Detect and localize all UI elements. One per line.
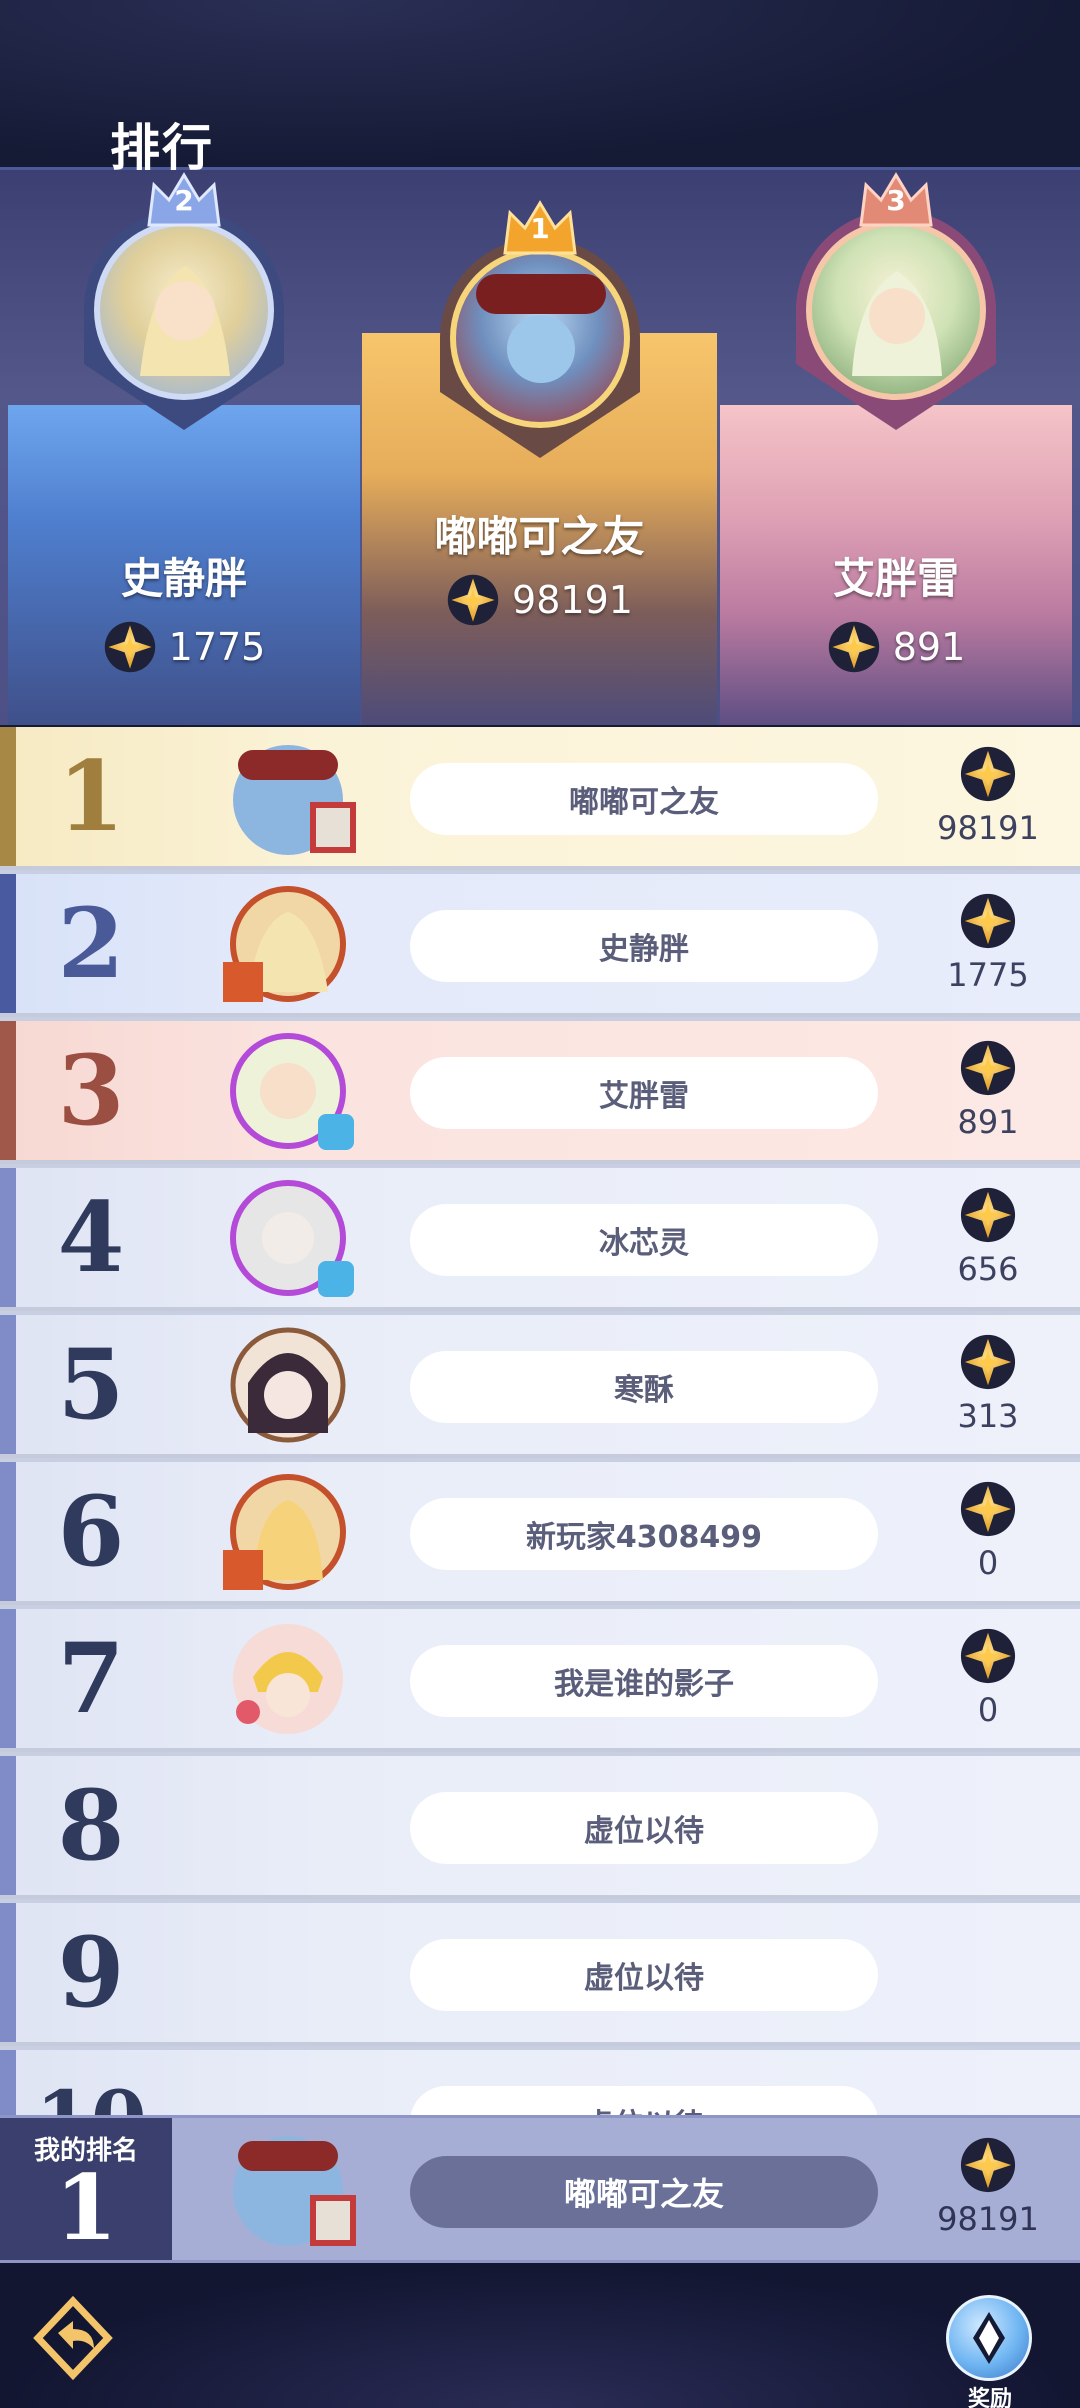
rank-number: 10: [16, 2050, 166, 2116]
player-score: 0: [918, 1627, 1058, 1729]
podium-second[interactable]: 史静胖 1775: [8, 405, 360, 725]
player-name: 虚位以待: [410, 1939, 878, 2011]
podium-first-name: 嘟嘟可之友: [434, 512, 645, 561]
ranking-row[interactable]: 2 史静胖 1775: [0, 874, 1080, 1017]
player-name: 虚位以待: [410, 1792, 878, 1864]
ranking-row[interactable]: 10 虚位以待: [0, 2050, 1080, 2115]
rank-number: 9: [57, 1916, 125, 2029]
podium-third-score: 891: [720, 620, 1072, 674]
ranking-row[interactable]: 7 我是谁的影子 0: [0, 1609, 1080, 1752]
header-bar: 排行: [0, 0, 1080, 177]
player-name: 虚位以待: [410, 2086, 878, 2115]
rank-number: 2: [57, 887, 125, 1000]
podium-second-place: 2: [174, 184, 194, 217]
podium-third-name: 艾胖雷: [832, 554, 959, 603]
player-avatar: [233, 1624, 343, 1734]
rank-number: 8: [57, 1769, 125, 1882]
currency-icon: [959, 2136, 1017, 2194]
my-rank-bar[interactable]: 我的排名 1 嘟嘟可之友 98191: [0, 2115, 1080, 2263]
rank-number: 4: [57, 1181, 125, 1294]
rank-number: 6: [57, 1475, 125, 1588]
currency-icon: [446, 573, 500, 627]
my-name: 嘟嘟可之友: [410, 2156, 878, 2228]
ranking-row[interactable]: 8 虚位以待: [0, 1756, 1080, 1899]
my-avatar: [233, 2136, 356, 2246]
rank-number: 5: [57, 1328, 125, 1441]
player-avatar: [230, 1180, 354, 1297]
currency-icon: [959, 1186, 1017, 1244]
back-arrow-icon[interactable]: [28, 2293, 118, 2383]
player-name: 冰芯灵: [410, 1204, 878, 1276]
ranking-row[interactable]: 9 虚位以待: [0, 1903, 1080, 2046]
podium-second-score: 1775: [8, 620, 360, 674]
podium-second-avatar[interactable]: 2: [84, 170, 284, 430]
rank-number: 1: [57, 740, 125, 853]
bottom-bar: 奖励: [0, 2263, 1080, 2408]
podium-first-place: 1: [530, 212, 550, 245]
player-name: 嘟嘟可之友: [410, 763, 878, 835]
podium-first-score: 98191: [362, 573, 717, 627]
player-name: 寒酥: [410, 1351, 878, 1423]
player-name: 新玩家4308499: [410, 1498, 878, 1570]
my-score: 98191: [918, 2136, 1058, 2238]
player-name: 艾胖雷: [410, 1057, 878, 1129]
player-score: 313: [918, 1333, 1058, 1435]
ranking-row[interactable]: 4 冰芯灵 656: [0, 1168, 1080, 1311]
reward-button[interactable]: 奖励: [940, 2295, 1040, 2408]
podium-first-avatar[interactable]: 1: [440, 198, 640, 458]
rank-number: 7: [57, 1622, 125, 1735]
currency-icon: [827, 620, 881, 674]
reward-label: 奖励: [967, 2387, 1012, 2408]
podium-third[interactable]: 艾胖雷 891: [720, 405, 1072, 725]
ranking-row[interactable]: 6 新玩家4308499 0: [0, 1462, 1080, 1605]
podium-third-avatar[interactable]: 3: [796, 170, 996, 430]
reward-diamond-icon: [946, 2295, 1032, 2381]
player-name: 史静胖: [410, 910, 878, 982]
currency-icon: [959, 1480, 1017, 1538]
player-score: 656: [918, 1186, 1058, 1288]
my-rank-number: 1: [54, 2155, 118, 2261]
currency-icon: [959, 1333, 1017, 1391]
currency-icon: [959, 1627, 1017, 1685]
currency-icon: [959, 1039, 1017, 1097]
player-avatar: [233, 745, 356, 855]
player-avatar: [223, 1474, 346, 1590]
podium-second-name: 史静胖: [120, 554, 247, 603]
player-avatar: [230, 1033, 354, 1150]
ranking-row[interactable]: 5 寒酥 313: [0, 1315, 1080, 1458]
podium: 史静胖 1775 2 嘟嘟可之友 98191 1 艾胖雷 891 3: [0, 170, 1080, 725]
rank-number: 3: [57, 1034, 125, 1147]
ranking-row[interactable]: 3 艾胖雷 891: [0, 1021, 1080, 1164]
currency-icon: [103, 620, 157, 674]
player-score: 1775: [918, 892, 1058, 994]
currency-icon: [959, 745, 1017, 803]
player-name: 我是谁的影子: [410, 1645, 878, 1717]
podium-third-place: 3: [886, 184, 906, 217]
ranking-row[interactable]: 1 嘟嘟可之友 98191: [0, 727, 1080, 870]
player-avatar: [223, 886, 346, 1002]
player-score: 891: [918, 1039, 1058, 1141]
player-score: 0: [918, 1480, 1058, 1582]
player-score: 98191: [918, 745, 1058, 847]
player-avatar: [230, 1327, 346, 1443]
ranking-list[interactable]: 1 嘟嘟可之友 98191 2 史静胖 1775 3 艾胖雷 891 4 冰芯灵…: [0, 727, 1080, 2115]
currency-icon: [959, 892, 1017, 950]
